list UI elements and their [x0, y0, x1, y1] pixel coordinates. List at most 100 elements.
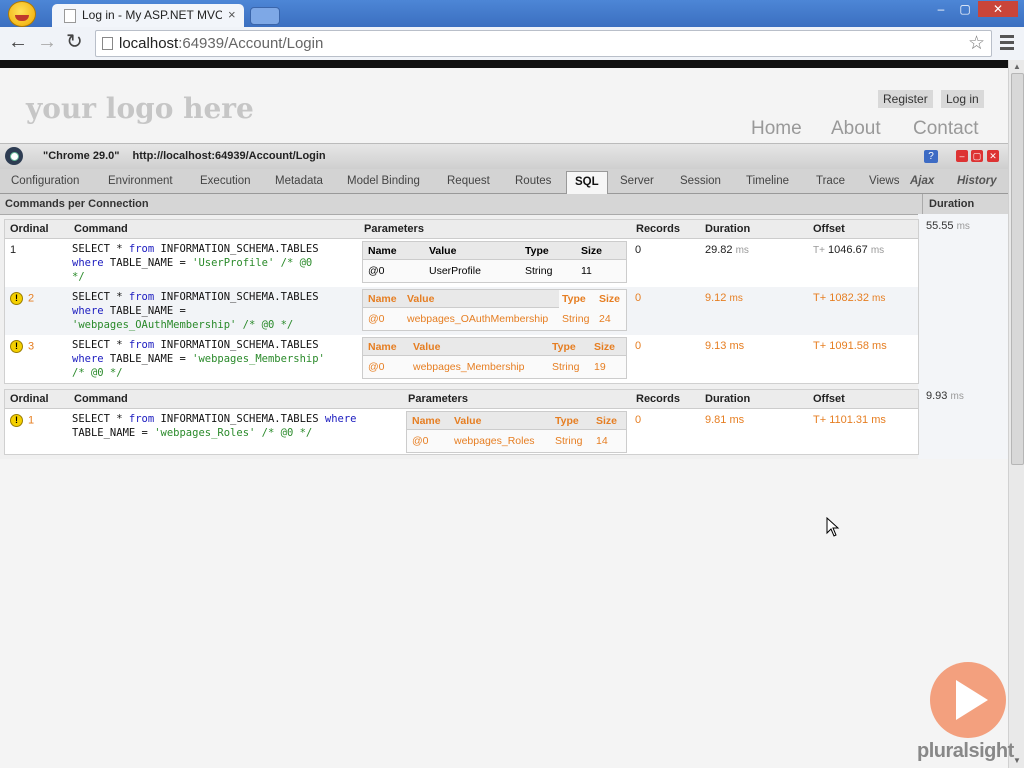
records-value: 0	[635, 292, 642, 304]
scroll-down-icon[interactable]: ▼	[1013, 756, 1021, 765]
nav-home[interactable]: Home	[751, 118, 802, 140]
browser-tab-strip: Log in - My ASP.NET MVC × – ▢ ✕	[0, 0, 1024, 27]
close-window-button[interactable]: ✕	[978, 1, 1018, 17]
param-name: @0	[368, 265, 385, 277]
param-header-value: Value	[413, 341, 441, 353]
param-name: @0	[368, 313, 385, 325]
offset-value: T+ 1046.67 ms	[813, 244, 885, 256]
glimpse-header: "Chrome 29.0" http://localhost:64939/Acc…	[0, 144, 1008, 170]
tab-environment[interactable]: Environment	[108, 175, 173, 187]
table-row: ! 1 SELECT * from INFORMATION_SCHEMA.TABL…	[5, 409, 918, 453]
tab-timeline[interactable]: Timeline	[746, 175, 789, 187]
tab-metadata[interactable]: Metadata	[275, 175, 323, 187]
table-header: Ordinal Command Parameters Records Durat…	[5, 390, 918, 409]
tab-history[interactable]: History	[957, 175, 997, 187]
row-ordinal: ! 1	[10, 414, 34, 427]
connection-duration: 55.55 ms	[926, 220, 970, 232]
nav-contact[interactable]: Contact	[913, 118, 978, 140]
glimpse-request-info: "Chrome 29.0" http://localhost:64939/Acc…	[43, 150, 336, 162]
header-duration: Duration	[705, 393, 751, 405]
param-value: UserProfile	[429, 265, 481, 277]
maximize-button[interactable]: ▢	[954, 1, 976, 17]
param-header-size: Size	[596, 415, 618, 427]
panel-minimize-icon[interactable]: –	[956, 150, 968, 162]
param-header-value: Value	[454, 415, 482, 427]
bookmark-star-icon[interactable]: ☆	[968, 32, 985, 55]
tab-routes[interactable]: Routes	[515, 175, 551, 187]
pluralsight-watermark: pluralsight	[917, 740, 1014, 762]
connection-table: Ordinal Command Parameters Records Durat…	[4, 219, 919, 384]
warning-icon: !	[10, 414, 23, 427]
param-type: String	[552, 361, 580, 373]
section-header: Commands per Connection Duration	[0, 194, 1008, 215]
page-scrollbar[interactable]: ▲ ▼	[1008, 60, 1024, 768]
offset-value: T+ 1101.31 ms	[813, 414, 886, 426]
param-value: webpages_OAuthMembership	[407, 313, 549, 325]
scrollbar-thumb[interactable]	[1011, 73, 1024, 465]
header-parameters: Parameters	[364, 223, 424, 235]
param-header-type: Type	[552, 341, 576, 353]
register-link[interactable]: Register	[878, 90, 933, 108]
login-link[interactable]: Log in	[941, 90, 984, 108]
param-header-type: Type	[562, 293, 586, 305]
tab-ajax[interactable]: Ajax	[910, 175, 934, 187]
browser-toolbar: ← → ↻ localhost:64939/Account/Login ☆	[0, 27, 1024, 61]
tab-views[interactable]: Views	[869, 175, 899, 187]
forward-icon[interactable]: →	[37, 32, 57, 52]
param-header-type: Type	[525, 245, 549, 257]
mouse-cursor-icon	[826, 516, 840, 542]
browser-tab[interactable]: Log in - My ASP.NET MVC ×	[52, 4, 244, 27]
param-value: webpages_Roles	[454, 435, 535, 447]
tab-request[interactable]: Request	[447, 175, 490, 187]
sql-command: SELECT * from INFORMATION_SCHEMA.TABLES …	[72, 291, 319, 331]
reload-icon[interactable]: ↻	[66, 32, 83, 52]
tab-sql[interactable]: SQL	[566, 171, 608, 194]
tab-model-binding[interactable]: Model Binding	[347, 175, 420, 187]
duration-column-header: Duration	[922, 194, 974, 214]
param-header-name: Name	[368, 341, 397, 353]
header-duration: Duration	[705, 223, 751, 235]
duration-value: 9.12 ms	[705, 292, 743, 304]
header-offset: Offset	[813, 393, 845, 405]
page-icon	[102, 37, 113, 50]
row-ordinal: 1	[10, 244, 17, 256]
param-header-name: Name	[412, 415, 441, 427]
tab-execution[interactable]: Execution	[200, 175, 251, 187]
table-row: ! 3 SELECT * from INFORMATION_SCHEMA.TABL…	[5, 335, 918, 383]
help-icon[interactable]: ?	[924, 150, 938, 163]
param-header-size: Size	[599, 293, 621, 305]
back-icon[interactable]: ←	[8, 32, 28, 52]
url-text: localhost:64939/Account/Login	[119, 35, 324, 52]
param-header-value: Value	[429, 245, 457, 257]
tab-server[interactable]: Server	[620, 175, 654, 187]
tab-configuration[interactable]: Configuration	[11, 175, 79, 187]
panel-close-icon[interactable]: ✕	[987, 150, 999, 162]
scroll-up-icon[interactable]: ▲	[1013, 62, 1021, 71]
param-header-size: Size	[594, 341, 616, 353]
parameters-table: Name Value Type Size @0 webpages_OAuthMe…	[362, 289, 627, 331]
param-size: 24	[599, 313, 611, 325]
param-size: 11	[581, 265, 592, 277]
parameters-table: Name Value Type Size @0 UserProfile Stri…	[362, 241, 627, 283]
chrome-menu-icon[interactable]	[1000, 35, 1014, 53]
nav-about[interactable]: About	[831, 118, 881, 140]
param-header-size: Size	[581, 245, 603, 257]
tab-close-icon[interactable]: ×	[228, 7, 236, 22]
param-type: String	[562, 313, 590, 325]
param-value: webpages_Membership	[413, 361, 525, 373]
top-bar	[0, 60, 1008, 68]
parameters-table: Name Value Type Size @0 webpages_Members…	[362, 337, 627, 379]
panel-popout-icon[interactable]: ▢	[971, 150, 983, 162]
tab-session[interactable]: Session	[680, 175, 721, 187]
header-records: Records	[636, 393, 681, 405]
sql-command: SELECT * from INFORMATION_SCHEMA.TABLES …	[72, 243, 319, 283]
tab-title: Log in - My ASP.NET MVC	[82, 8, 222, 22]
browser-label: "Chrome 29.0"	[43, 150, 120, 162]
smiley-icon	[8, 1, 36, 27]
address-bar[interactable]: localhost:64939/Account/Login ☆	[95, 30, 992, 57]
minimize-button[interactable]: –	[930, 1, 952, 17]
new-tab-button[interactable]	[250, 7, 280, 25]
warning-icon: !	[10, 292, 23, 305]
tab-trace[interactable]: Trace	[816, 175, 845, 187]
table-header: Ordinal Command Parameters Records Durat…	[5, 220, 918, 239]
